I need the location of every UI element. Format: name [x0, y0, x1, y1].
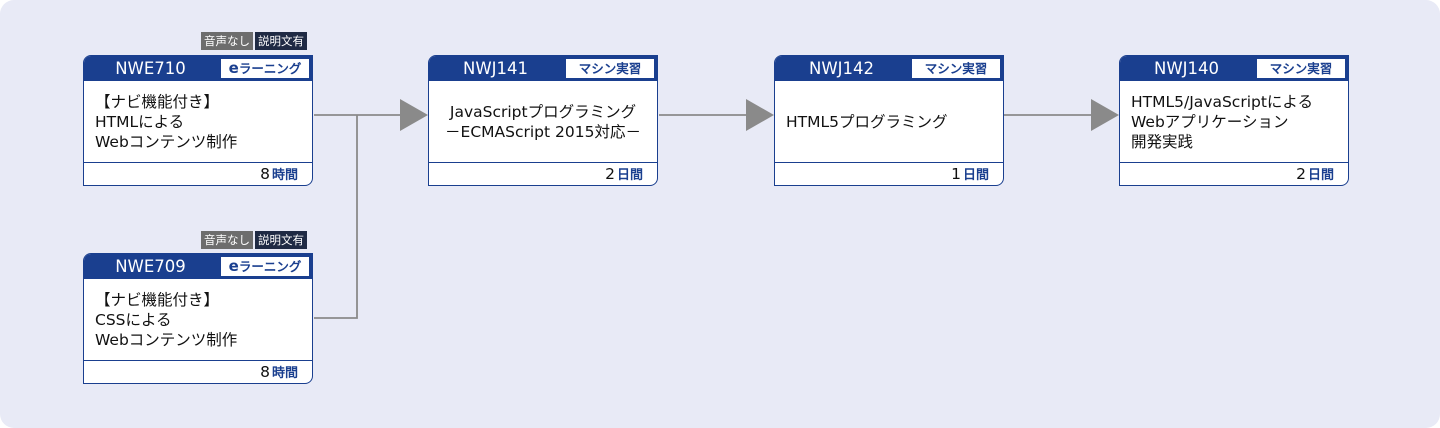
course-code: NWJ141 [462, 59, 529, 78]
card-header: NWE710 eラーニング [84, 56, 312, 81]
connector-nwe709-merge [314, 115, 358, 319]
course-duration: 8 時間 [84, 360, 312, 383]
badge-nwe709: 音声なし 説明文有 [201, 231, 307, 249]
course-title-line: Webコンテンツ制作 [95, 331, 238, 349]
card-header: NWE709 eラーニング [84, 254, 312, 279]
course-type-badge: eラーニング [221, 59, 309, 78]
badge-nwe710: 音声なし 説明文有 [201, 32, 307, 50]
course-duration: 8 時間 [84, 162, 312, 185]
badge-text-available: 説明文有 [255, 231, 307, 249]
arrowhead-to-nwj140 [1091, 99, 1119, 131]
course-code: NWE710 [115, 59, 186, 78]
course-title: HTML5/JavaScriptによる Webアプリケーション 開発実践 [1131, 92, 1342, 157]
duration-value: 8 [260, 363, 270, 381]
course-title-line: Webアプリケーション [1131, 113, 1289, 131]
course-duration: 1 日間 [775, 162, 1003, 185]
course-title-line: HTML5プログラミング [786, 112, 948, 131]
course-title-line: －ECMAScript 2015対応－ [445, 122, 641, 141]
duration-value: 8 [260, 165, 270, 183]
duration-unit: 時間 [271, 168, 298, 183]
duration-unit: 日間 [962, 168, 989, 183]
duration-value: 2 [1296, 165, 1306, 183]
course-title-line: CSSによる [95, 311, 172, 329]
arrowhead-to-nwj142 [746, 99, 774, 131]
course-title-line: HTMLによる [95, 113, 185, 131]
elearning-e-mark: e [228, 59, 239, 77]
badge-audio-none: 音声なし [201, 231, 253, 249]
course-duration: 2 日間 [1120, 162, 1348, 185]
card-header: NWJ142 マシン実習 [775, 56, 1003, 81]
course-title: JavaScriptプログラミング －ECMAScript 2015対応－ [435, 86, 651, 157]
course-type-badge: マシン実習 [912, 59, 1000, 78]
course-card-nwj142[interactable]: NWJ142 マシン実習 HTML5プログラミング 1 日間 [774, 55, 1004, 186]
course-roadmap: 音声なし 説明文有 音声なし 説明文有 NWE710 eラーニング 【ナビ機能付… [0, 0, 1440, 428]
course-code: NWJ140 [1153, 59, 1220, 78]
course-duration: 2 日間 [429, 162, 657, 185]
course-type-badge: マシン実習 [566, 59, 654, 78]
duration-unit: 日間 [616, 168, 643, 183]
course-title: HTML5プログラミング [786, 86, 997, 157]
duration-value: 1 [951, 165, 961, 183]
card-header: NWJ141 マシン実習 [429, 56, 657, 81]
course-title-line: 【ナビ機能付き】 [95, 291, 220, 309]
course-title-line: 【ナビ機能付き】 [95, 93, 220, 111]
course-title-line: JavaScriptプログラミング [449, 102, 637, 121]
course-title-line: 開発実践 [1131, 133, 1194, 151]
course-code: NWE709 [115, 257, 186, 276]
duration-value: 2 [605, 165, 615, 183]
badge-text-available: 説明文有 [255, 32, 307, 50]
course-title-line: Webコンテンツ制作 [95, 133, 238, 151]
course-type-badge: マシン実習 [1257, 59, 1345, 78]
card-header: NWJ140 マシン実習 [1120, 56, 1348, 81]
badge-audio-none: 音声なし [201, 32, 253, 50]
course-type-badge: eラーニング [221, 257, 309, 276]
course-code: NWJ142 [808, 59, 875, 78]
course-card-nwe710[interactable]: NWE710 eラーニング 【ナビ機能付き】 HTMLによる Webコンテンツ制… [83, 55, 313, 186]
elearning-e-mark: e [228, 257, 239, 275]
course-card-nwj140[interactable]: NWJ140 マシン実習 HTML5/JavaScriptによる Webアプリケ… [1119, 55, 1349, 186]
course-type-label: ラーニング [238, 259, 302, 274]
course-title: 【ナビ機能付き】 CSSによる Webコンテンツ制作 [95, 290, 306, 355]
course-card-nwj141[interactable]: NWJ141 マシン実習 JavaScriptプログラミング －ECMAScri… [428, 55, 658, 186]
course-title-line: HTML5/JavaScriptによる [1131, 93, 1313, 111]
arrowhead-to-nwj141 [400, 99, 428, 131]
course-card-nwe709[interactable]: NWE709 eラーニング 【ナビ機能付き】 CSSによる Webコンテンツ制作… [83, 253, 313, 384]
duration-unit: 日間 [1307, 168, 1334, 183]
course-type-label: ラーニング [238, 61, 302, 76]
course-title: 【ナビ機能付き】 HTMLによる Webコンテンツ制作 [95, 92, 306, 157]
duration-unit: 時間 [271, 366, 298, 381]
